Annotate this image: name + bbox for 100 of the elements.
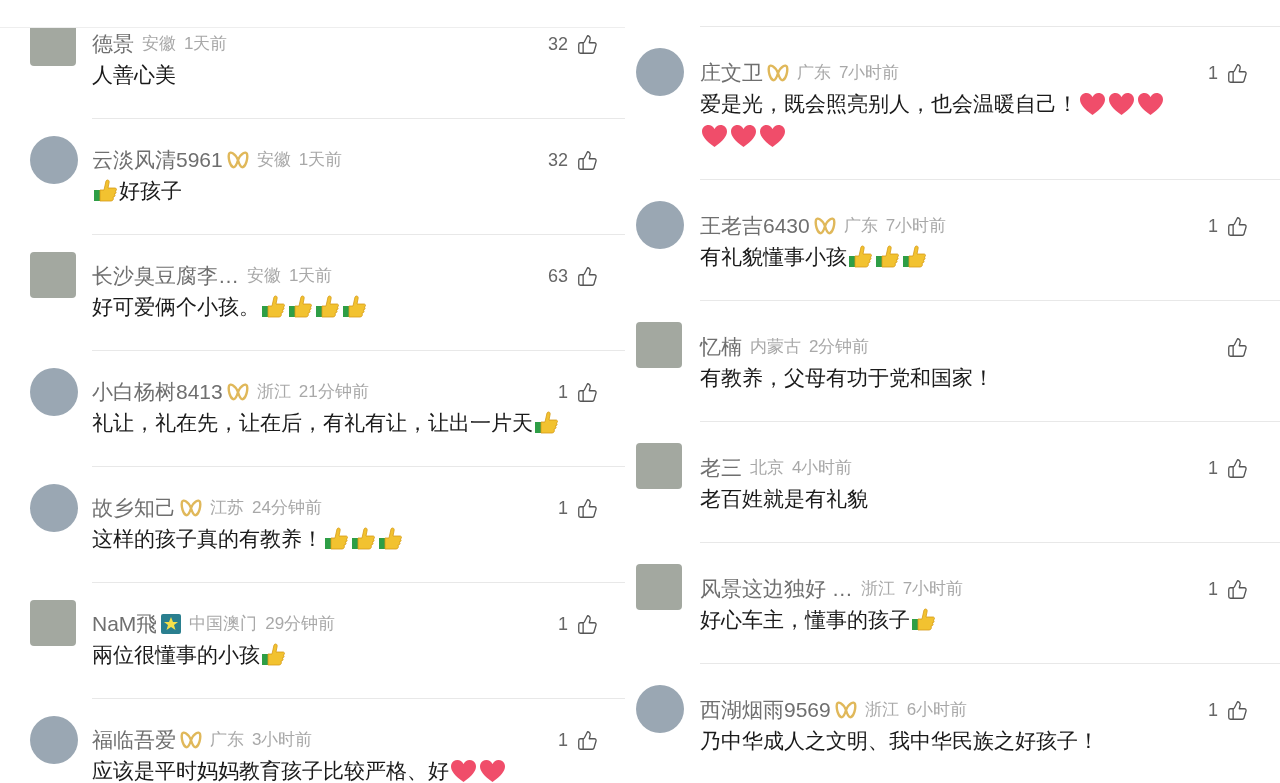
username[interactable]: NaM飛 [92,608,158,640]
heart-emoji-icon [1079,92,1106,116]
like-button[interactable] [1226,62,1248,84]
heart-emoji-icon [701,124,728,148]
ribbon-badge-icon [226,150,249,170]
username[interactable]: 王老吉6430 [700,210,810,242]
username[interactable]: 西湖烟雨9569 [700,694,831,726]
time-label: 1天前 [298,149,343,172]
time-label: 21分钟前 [298,381,369,404]
username[interactable]: 小白杨树8413 [92,376,223,408]
thumbs-up-emoji-icon [875,244,900,268]
like-count: 1 [558,728,568,752]
location-label: 浙江 [864,699,899,722]
username[interactable]: 忆楠 [700,331,742,363]
time-label: 6小时前 [906,699,968,722]
heart-emoji-icon [479,759,506,783]
thumbs-up-emoji-icon [534,410,559,434]
like-count: 1 [1208,61,1218,85]
thumbs-up-emoji-icon [342,294,367,318]
thumbs-up-emoji-icon [351,526,376,550]
time-label: 1天前 [184,33,228,56]
username[interactable]: 福临吾爱 [92,724,176,756]
thumbs-up-emoji-icon [378,526,403,550]
username[interactable]: 老三 [700,452,742,484]
location-label: 安徽 [142,33,176,56]
location-label: 中国澳门 [189,613,258,636]
time-label: 4小时前 [792,457,853,480]
comment-text: 好心车主，懂事的孩子 [700,608,910,631]
like-button[interactable] [576,33,598,55]
location-label: 浙江 [860,578,895,601]
username[interactable]: 长沙臭豆腐李… [92,260,239,292]
comment-text: 好可爱俩个小孩。 [92,295,260,318]
location-label: 内蒙古 [750,336,801,359]
ribbon-badge-icon [767,63,789,83]
thumbs-up-emoji-icon [261,294,286,318]
location-label: 浙江 [256,381,291,404]
thumbs-up-emoji-icon [324,526,349,550]
like-button[interactable] [576,497,598,519]
like-count: 63 [547,264,568,288]
location-label: 江苏 [210,497,244,520]
like-count: 32 [547,148,568,172]
like-button[interactable] [1226,215,1248,237]
like-button[interactable] [576,613,598,635]
comment-text: 有礼貌懂事小孩 [700,245,847,268]
heart-emoji-icon [1108,92,1135,116]
time-label: 2分钟前 [809,336,870,359]
like-count: 32 [547,32,568,56]
time-label: 7小时前 [839,62,900,85]
heart-emoji-icon [759,124,786,148]
username[interactable]: 庄文卫 [700,57,763,89]
ribbon-badge-icon [226,382,249,402]
thumbs-up-emoji-icon [911,607,936,631]
like-button[interactable] [576,381,598,403]
like-count: 1 [558,612,568,636]
username[interactable]: 德景 [92,28,134,60]
time-label: 7小时前 [885,215,947,238]
heart-emoji-icon [450,759,477,783]
like-button[interactable] [1226,578,1248,600]
comment-text: 人善心美 [92,63,176,86]
like-button[interactable] [1226,336,1248,358]
thumbs-up-emoji-icon [261,642,286,666]
heart-emoji-icon [1137,92,1164,116]
thumbs-up-emoji-icon [902,244,927,268]
like-count: 1 [1208,456,1218,480]
thumbs-up-emoji-icon [288,294,313,318]
time-label: 24分钟前 [252,497,322,520]
username[interactable]: 风景这边独好 … [700,573,853,605]
comment-text: 爱是光，既会照亮别人，也会温暖自己！ [700,92,1078,115]
thumbs-up-emoji-icon [315,294,340,318]
time-label: 3小时前 [252,729,313,752]
location-label: 安徽 [247,265,281,288]
like-button[interactable] [1226,699,1248,721]
location-label: 广东 [843,215,878,238]
ribbon-badge-icon [180,730,202,750]
like-count: 1 [1208,698,1218,722]
like-count: 1 [1208,577,1218,601]
location-label: 安徽 [256,149,291,172]
location-label: 广东 [797,62,831,85]
like-button[interactable] [576,729,598,751]
like-button[interactable] [576,265,598,287]
thumbs-up-emoji-icon [848,244,873,268]
like-count: 1 [558,496,568,520]
comment-text: 有教养，父母有功于党和国家！ [700,366,994,389]
time-label: 7小时前 [902,578,964,601]
like-button[interactable] [1226,457,1248,479]
heart-emoji-icon [730,124,757,148]
username[interactable]: 故乡知己 [92,492,176,524]
time-label: 1天前 [289,265,333,288]
like-count: 1 [1208,214,1218,238]
like-button[interactable] [576,149,598,171]
ribbon-badge-icon [813,216,836,236]
comment-text: 老百姓就是有礼貌 [700,487,868,510]
thumbs-up-emoji-icon [93,178,118,202]
comment-text: 礼让，礼在先，让在后，有礼有让，让出一片天 [92,411,533,434]
comment-text: 这样的孩子真的有教养！ [92,527,323,550]
time-label: 29分钟前 [265,613,336,636]
ribbon-badge-icon [834,700,857,720]
location-label: 北京 [750,457,784,480]
star-badge-icon [161,614,182,634]
username[interactable]: 云淡风清5961 [92,144,223,176]
